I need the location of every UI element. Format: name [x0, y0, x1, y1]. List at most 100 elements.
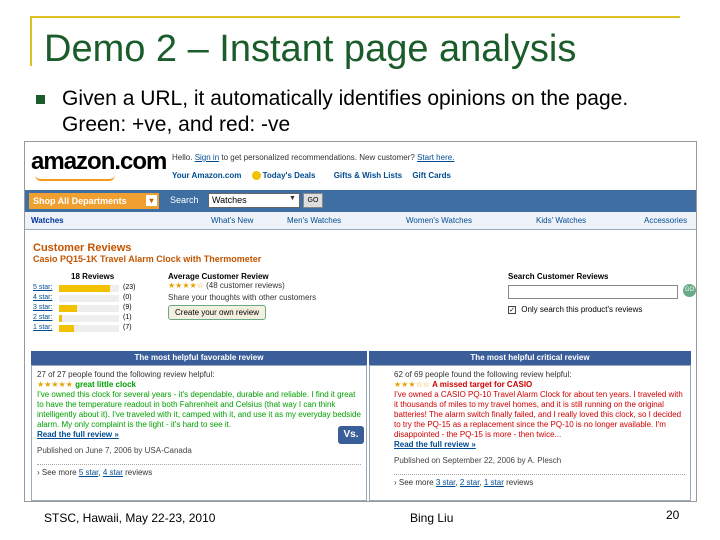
hello-suffix: to get personalized recommendations. New…: [221, 153, 415, 162]
search-reviews-input[interactable]: [508, 285, 678, 299]
histogram-rows: 5 star: (23) 4 star: (0) 3 star: (9) 2 star: (1…: [33, 283, 153, 333]
search-reviews: Search Customer Reviews GO ✓ Only search…: [508, 272, 696, 314]
nav-bar: Shop All Departments ▾ Search Watches ▼ …: [25, 190, 696, 212]
critical-stars-icon: ★★★☆☆: [394, 380, 430, 389]
hello-prefix: Hello.: [172, 153, 193, 162]
rating-histogram: 18 Reviews 5 star: (23) 4 star: (0) 3 star: (…: [33, 272, 153, 333]
sign-in-link[interactable]: Sign in: [195, 153, 219, 162]
histogram-count: (1): [123, 314, 132, 321]
histogram-bar-fill: [59, 305, 77, 312]
review-count: 18 Reviews: [71, 272, 115, 281]
see-more-prefix: › See more: [394, 478, 434, 487]
favorable-read-more-link[interactable]: Read the full review »: [37, 430, 361, 440]
product-title: Casio PQ15-1K Travel Alarm Clock with Th…: [33, 254, 262, 264]
see-more-suffix: reviews: [125, 468, 153, 477]
avg-stars: ★★★★☆ (48 customer reviews): [168, 281, 368, 290]
shop-all-departments-button[interactable]: Shop All Departments ▾: [29, 193, 159, 209]
search-reviews-go-button[interactable]: GO: [683, 284, 696, 297]
only-this-product-checkbox[interactable]: ✓: [508, 305, 516, 314]
favorable-helpful: 27 of 27 people found the following revi…: [37, 370, 215, 379]
favorable-text: I've owned this clock for several years …: [37, 390, 361, 429]
tab-watches[interactable]: Watches: [31, 216, 64, 225]
histogram-bar-fill: [59, 315, 62, 322]
top-link-gift-cards[interactable]: Gift Cards: [412, 171, 451, 180]
see-more-5-star-link[interactable]: 5 star: [79, 468, 99, 477]
favorable-review: 27 of 27 people found the following revi…: [31, 365, 367, 501]
histogram-count: (7): [123, 324, 132, 331]
slide-title: Demo 2 – Instant page analysis: [44, 28, 577, 70]
deals-icon: [251, 171, 261, 181]
tab-accessories[interactable]: Accessories: [644, 216, 687, 225]
critical-heading: The most helpful critical review: [369, 351, 691, 365]
critical-review: 62 of 69 people found the following revi…: [369, 365, 691, 501]
star-rating-icon: ★★★★☆: [168, 281, 204, 290]
shop-all-label: Shop All Departments: [33, 196, 127, 206]
critical-read-more-link[interactable]: Read the full review »: [394, 440, 685, 450]
chevron-down-icon: ▾: [146, 195, 157, 206]
critical-published: Published on September 22, 2006 by A. Pl…: [394, 456, 562, 465]
category-tabs: Watches What's New Men's Watches Women's…: [25, 212, 696, 230]
search-go-button[interactable]: GO: [303, 193, 323, 208]
avg-count-link[interactable]: (48 customer reviews): [206, 281, 285, 290]
histogram-star-link[interactable]: 1 star:: [33, 324, 52, 331]
critical-title: A missed target for CASIO: [432, 380, 533, 389]
histogram-star-link[interactable]: 4 star:: [33, 294, 52, 301]
search-reviews-heading: Search Customer Reviews: [508, 272, 609, 281]
histogram-count: (9): [123, 304, 132, 311]
only-this-product-label: Only search this product's reviews: [521, 305, 643, 314]
title-frame-left: [30, 16, 32, 66]
see-more-3-star-link[interactable]: 3 star: [436, 478, 456, 487]
tab-whats-new[interactable]: What's New: [211, 216, 253, 225]
histogram-row: 2 star: (1): [33, 313, 153, 323]
see-more-suffix: reviews: [506, 478, 534, 487]
bullet-text: Given a URL, it automatically identifies…: [62, 87, 629, 136]
critical-helpful: 62 of 69 people found the following revi…: [394, 370, 572, 379]
critical-see-more: › See more 3 star, 2 star, 1 star review…: [394, 474, 685, 488]
search-category-value: Watches: [212, 195, 247, 205]
search-category-select[interactable]: Watches ▼: [208, 193, 300, 208]
see-more-2-star-link[interactable]: 2 star: [460, 478, 480, 487]
histogram-bar-fill: [59, 325, 74, 332]
start-here-link[interactable]: Start here.: [417, 153, 454, 162]
favorable-heading: The most helpful favorable review: [31, 351, 367, 365]
average-review: Average Customer Review ★★★★☆ (48 custom…: [168, 272, 368, 320]
histogram-star-link[interactable]: 2 star:: [33, 314, 52, 321]
tab-kids-watches[interactable]: Kids' Watches: [536, 216, 586, 225]
footer-author: Bing Liu: [410, 511, 454, 525]
histogram-star-link[interactable]: 3 star:: [33, 304, 52, 311]
amazon-screenshot: amazon.com Hello. Sign in to get persona…: [24, 141, 697, 502]
favorable-see-more: › See more 5 star, 4 star reviews: [37, 464, 361, 478]
top-link-deals[interactable]: Today's Deals: [251, 171, 324, 181]
footer-venue: STSC, Hawaii, May 22-23, 2010: [44, 511, 216, 525]
share-thoughts: Share your thoughts with other customers: [168, 293, 317, 302]
greeting: Hello. Sign in to get personalized recom…: [172, 153, 454, 162]
title-frame-top: [30, 16, 680, 18]
tab-womens-watches[interactable]: Women's Watches: [406, 216, 472, 225]
histogram-bar-track: [59, 295, 119, 302]
histogram-bar-fill: [59, 285, 110, 292]
see-more-4-star-link[interactable]: 4 star: [103, 468, 123, 477]
chevron-down-icon: ▼: [289, 195, 296, 202]
critical-text: I've owned a CASIO PQ-10 Travel Alarm Cl…: [394, 390, 683, 439]
vs-badge: Vs.: [338, 426, 364, 444]
slide: Demo 2 – Instant page analysis Given a U…: [0, 0, 720, 540]
top-link-gifts[interactable]: Gifts & Wish Lists: [334, 171, 402, 180]
histogram-star-link[interactable]: 5 star:: [33, 284, 52, 291]
histogram-bar-track: [59, 315, 119, 322]
histogram-row: 1 star: (7): [33, 323, 153, 333]
histogram-count: (23): [123, 284, 136, 291]
see-more-1-star-link[interactable]: 1 star: [484, 478, 504, 487]
histogram-count: (0): [123, 294, 132, 301]
bullet-square-icon: [36, 95, 45, 104]
page-number: 20: [666, 508, 680, 522]
tab-mens-watches[interactable]: Men's Watches: [287, 216, 341, 225]
search-label: Search: [170, 195, 199, 205]
top-links: Your Amazon.com Today's Deals Gifts & Wi…: [172, 171, 459, 181]
only-this-product-option: ✓ Only search this product's reviews: [508, 305, 694, 314]
histogram-row: 3 star: (9): [33, 303, 153, 313]
top-link-your-amazon[interactable]: Your Amazon.com: [172, 171, 241, 180]
amazon-logo[interactable]: amazon.com: [31, 148, 167, 176]
favorable-published: Published on June 7, 2006 by USA-Canada: [37, 446, 192, 455]
create-review-button[interactable]: Create your own review: [168, 305, 267, 320]
see-more-prefix: › See more: [37, 468, 77, 477]
